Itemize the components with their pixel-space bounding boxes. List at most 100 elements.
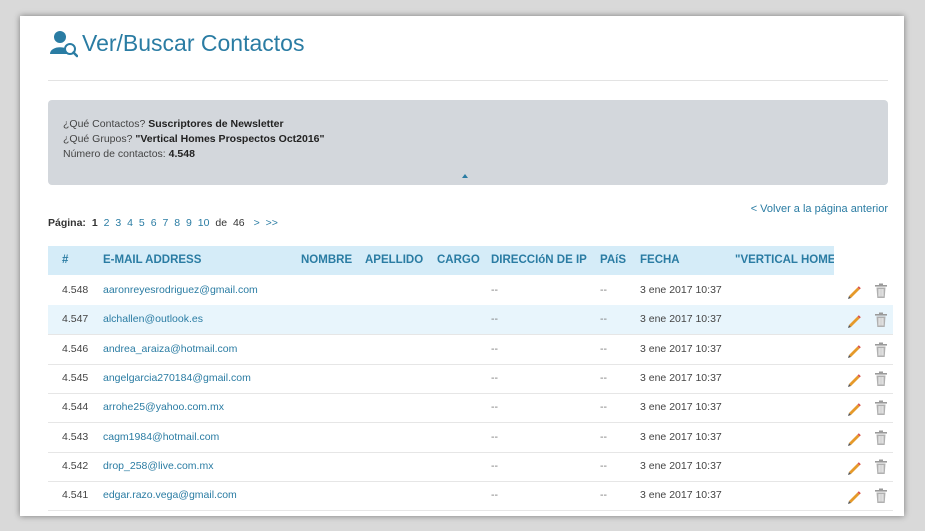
- ip-cell: --: [491, 401, 498, 414]
- ip-cell: --: [491, 371, 498, 384]
- pencil-icon[interactable]: [846, 283, 862, 299]
- date-cell: 3 ene 2017 10:37: [640, 342, 722, 355]
- collapse-caret-icon[interactable]: [462, 174, 468, 178]
- count-value: 4.548: [168, 148, 195, 160]
- trash-icon[interactable]: [874, 371, 888, 387]
- col-email[interactable]: E-MAIL ADDRESS: [103, 246, 201, 275]
- row-number: 4.542: [62, 459, 89, 472]
- col-nombre[interactable]: NOMBRE: [301, 246, 352, 275]
- table-row[interactable]: 4.547 alchallen@outlook.es -- -- 3 ene 2017 …: [48, 305, 893, 336]
- email-link[interactable]: aaronreyesrodriguez@gmail.com: [103, 276, 258, 305]
- country-cell: --: [600, 489, 607, 502]
- country-cell: --: [600, 401, 607, 414]
- email-link[interactable]: arrohe25@yahoo.com.mx: [103, 393, 224, 422]
- page-link[interactable]: 3: [115, 217, 121, 229]
- email-link[interactable]: cagm1984@hotmail.com: [103, 423, 219, 452]
- country-cell: --: [600, 371, 607, 384]
- col-custom-group[interactable]: "VERTICAL HOMES PROSPECTOS OCT2016": [735, 246, 834, 275]
- col-num[interactable]: #: [62, 246, 68, 275]
- ip-cell: --: [491, 489, 498, 502]
- page-link[interactable]: 4: [127, 217, 133, 229]
- country-cell: --: [600, 342, 607, 355]
- pagination: Página: 1 2 3 4 5 6 7 8 9 10 de 46 > >>: [48, 217, 281, 229]
- count-label: Número de contactos:: [63, 148, 166, 160]
- row-number: 4.548: [62, 284, 89, 296]
- page-link[interactable]: 10: [198, 217, 210, 229]
- page-link[interactable]: 2: [104, 217, 110, 229]
- contact-search-icon: [50, 31, 78, 58]
- date-cell: 3 ene 2017 10:37: [640, 459, 722, 472]
- row-number: 4.546: [62, 342, 89, 355]
- table-row[interactable]: 4.545 angelgarcia270184@gmail.com -- -- 3 en…: [48, 364, 893, 394]
- contacts-line: ¿Qué Contactos? Suscriptores de Newslett…: [63, 118, 284, 130]
- contacts-card: Ver/Buscar Contactos ¿Qué Contactos? Sus…: [20, 16, 904, 516]
- pencil-icon[interactable]: [846, 488, 862, 505]
- email-link[interactable]: edgar.razo.vega@gmail.com: [103, 481, 237, 510]
- col-fecha[interactable]: FECHA: [640, 246, 680, 275]
- last-page-link[interactable]: >>: [266, 217, 278, 229]
- table-row[interactable]: 4.543 cagm1984@hotmail.com -- -- 3 ene 2017 …: [48, 423, 893, 453]
- page-link[interactable]: 5: [139, 217, 145, 229]
- pencil-icon[interactable]: [846, 430, 862, 446]
- current-page: 1: [91, 217, 98, 229]
- page-link[interactable]: 9: [186, 217, 192, 229]
- ip-cell: --: [491, 459, 498, 472]
- date-cell: 3 ene 2017 10:37: [640, 371, 722, 384]
- pencil-icon[interactable]: [846, 342, 862, 358]
- country-cell: --: [600, 313, 607, 326]
- trash-icon[interactable]: [874, 459, 888, 475]
- ip-cell: --: [491, 284, 498, 296]
- table-row[interactable]: 4.548 aaronreyesrodriguez@gmail.com -- -- 3 …: [48, 276, 893, 306]
- country-cell: --: [600, 430, 607, 443]
- page-link[interactable]: 6: [151, 217, 157, 229]
- trash-icon[interactable]: [874, 342, 888, 358]
- pencil-icon[interactable]: [846, 459, 862, 475]
- back-link[interactable]: < Volver a la página anterior: [751, 203, 888, 215]
- col-ip[interactable]: DIRECCIóN DE IP: [491, 246, 587, 275]
- ip-cell: --: [491, 430, 498, 443]
- country-cell: --: [600, 459, 607, 472]
- email-link[interactable]: angelgarcia270184@gmail.com: [103, 364, 251, 393]
- trash-icon[interactable]: [874, 312, 888, 328]
- row-number: 4.541: [62, 489, 89, 502]
- divider: [48, 80, 888, 81]
- pencil-icon[interactable]: [846, 400, 862, 417]
- contacts-label: ¿Qué Contactos?: [63, 118, 146, 130]
- next-page-link[interactable]: >: [254, 217, 260, 229]
- row-number: 4.543: [62, 430, 89, 443]
- date-cell: 3 ene 2017 10:37: [640, 489, 722, 502]
- groups-value: "Vertical Homes Prospectos Oct2016": [135, 133, 325, 145]
- row-number: 4.545: [62, 371, 89, 384]
- country-cell: --: [600, 284, 607, 296]
- page-link[interactable]: 7: [162, 217, 168, 229]
- row-number: 4.547: [62, 313, 89, 326]
- trash-icon[interactable]: [874, 400, 888, 416]
- trash-icon[interactable]: [874, 430, 888, 446]
- table-row[interactable]: 4.546 andrea_araiza@hotmail.com -- -- 3 ene …: [48, 335, 893, 365]
- groups-label: ¿Qué Grupos?: [63, 133, 133, 145]
- total-pages: 46: [232, 217, 245, 229]
- col-apellido[interactable]: APELLIDO: [365, 246, 423, 275]
- pencil-icon[interactable]: [846, 371, 862, 387]
- table-row[interactable]: 4.542 drop_258@live.com.mx -- -- 3 ene 2017 …: [48, 452, 893, 482]
- ip-cell: --: [491, 313, 498, 326]
- row-number: 4.544: [62, 401, 89, 414]
- email-link[interactable]: andrea_araiza@hotmail.com: [103, 335, 237, 364]
- trash-icon[interactable]: [874, 283, 888, 299]
- pencil-icon[interactable]: [846, 312, 862, 329]
- trash-icon[interactable]: [874, 488, 888, 504]
- date-cell: 3 ene 2017 10:37: [640, 284, 722, 296]
- page-link[interactable]: 8: [174, 217, 180, 229]
- count-line: Número de contactos: 4.548: [63, 148, 195, 160]
- col-pais[interactable]: PAíS: [600, 246, 626, 275]
- email-link[interactable]: drop_258@live.com.mx: [103, 452, 213, 481]
- pagination-of: de: [215, 217, 228, 229]
- email-link[interactable]: alchallen@outlook.es: [103, 305, 203, 334]
- ip-cell: --: [491, 342, 498, 355]
- table-row[interactable]: 4.541 edgar.razo.vega@gmail.com -- -- 3 ene …: [48, 481, 893, 512]
- col-cargo[interactable]: CARGO: [437, 246, 480, 275]
- page-title: Ver/Buscar Contactos: [82, 29, 305, 56]
- date-cell: 3 ene 2017 10:37: [640, 430, 722, 443]
- filter-summary[interactable]: ¿Qué Contactos? Suscriptores de Newslett…: [48, 100, 888, 185]
- table-row[interactable]: 4.544 arrohe25@yahoo.com.mx -- -- 3 ene 2017…: [48, 393, 893, 424]
